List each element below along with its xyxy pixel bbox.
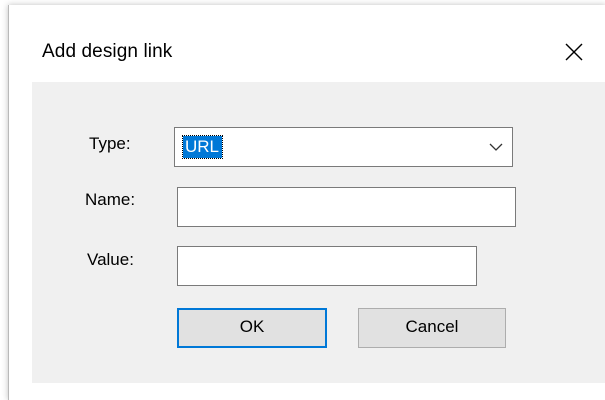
close-icon [565, 43, 583, 61]
dialog-title: Add design link [42, 41, 173, 62]
cancel-button[interactable]: Cancel [358, 308, 506, 348]
type-label: Type: [89, 134, 131, 153]
chevron-down-icon [489, 143, 503, 151]
value-label: Value: [87, 250, 134, 269]
value-input[interactable] [177, 246, 477, 286]
form-panel: Type: URL Name: Value: OK Cancel [32, 82, 605, 383]
close-button[interactable] [554, 32, 594, 72]
name-input[interactable] [177, 187, 516, 227]
add-design-link-dialog: Add design link Type: URL Name: Value: O… [8, 5, 605, 400]
ok-button[interactable]: OK [177, 308, 327, 348]
type-select[interactable]: URL [174, 127, 513, 167]
name-label: Name: [85, 190, 136, 209]
type-selected-value: URL [181, 135, 224, 159]
